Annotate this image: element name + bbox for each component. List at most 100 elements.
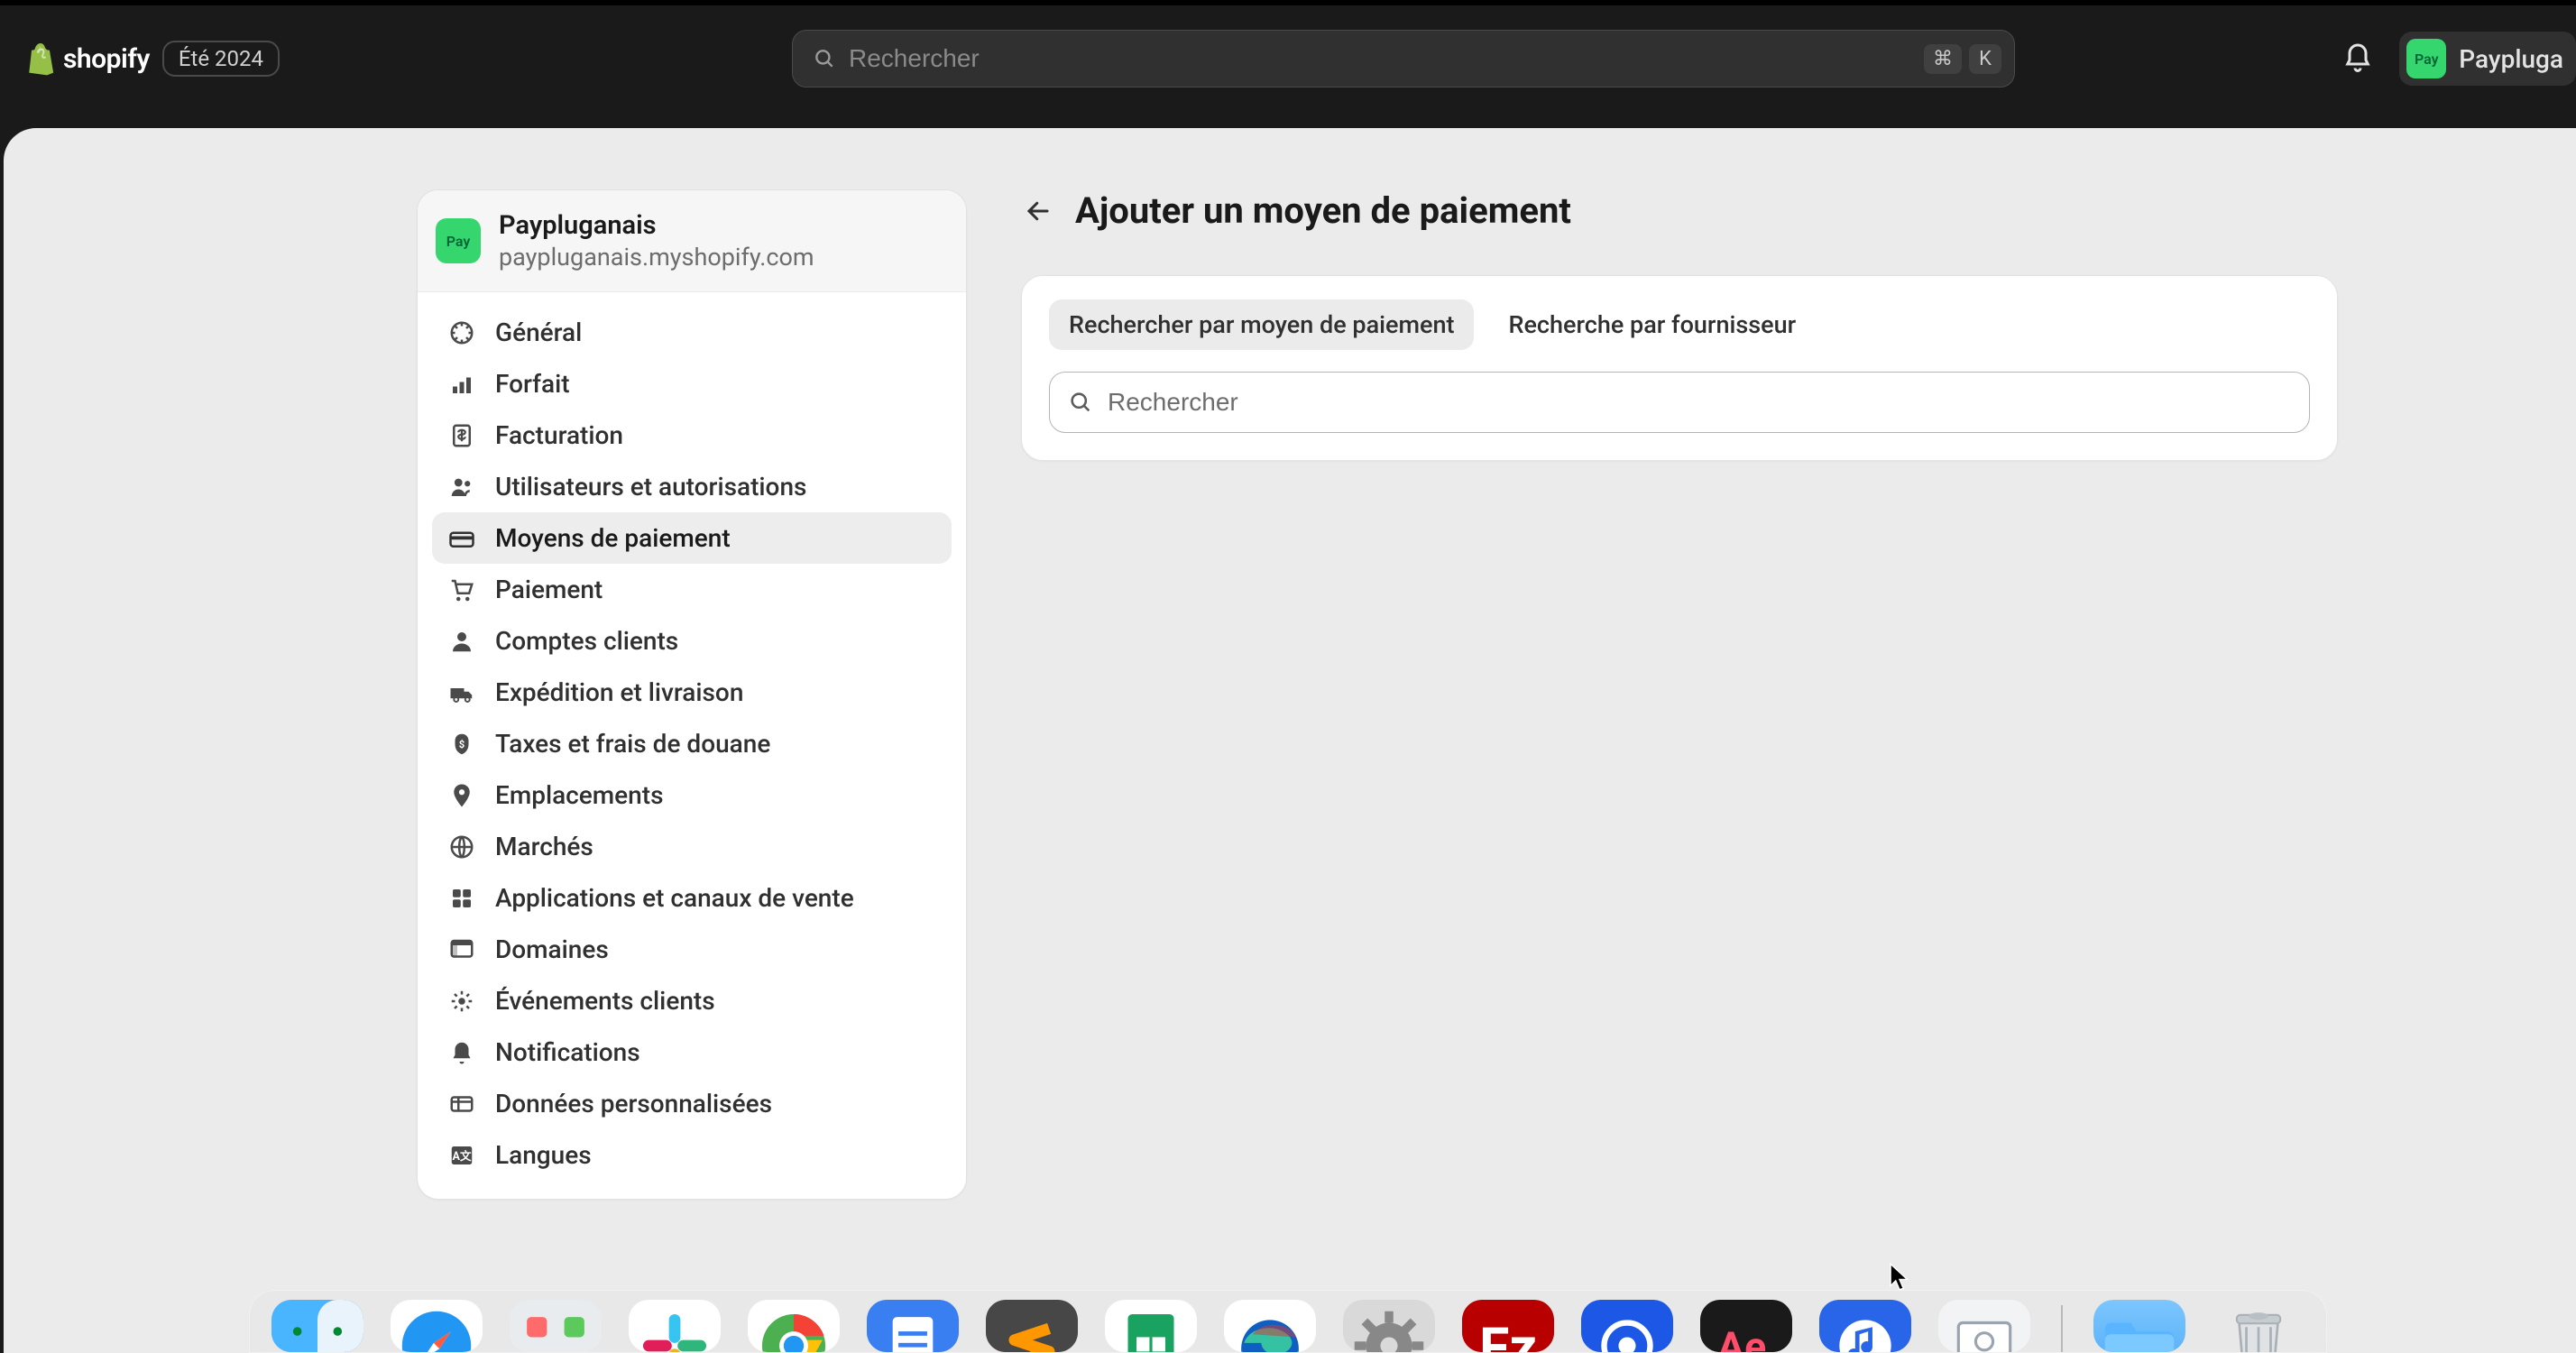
dock-sublime[interactable]	[986, 1300, 1078, 1352]
season-badge[interactable]: Été 2024	[162, 41, 280, 77]
tabs: Rechercher par moyen de paiement Recherch…	[1049, 299, 2310, 350]
sidebar-item-label: Comptes clients	[495, 626, 678, 656]
sidebar-item-label: Facturation	[495, 420, 623, 450]
dock-trash[interactable]	[2213, 1300, 2305, 1352]
sidebar-item-markets[interactable]: Marchés	[432, 821, 952, 872]
sidebar-item-languages[interactable]: Langues	[432, 1129, 952, 1181]
sidebar-item-label: Données personnalisées	[495, 1089, 772, 1118]
dock-screenshot[interactable]	[1938, 1300, 2030, 1352]
dock-safari[interactable]	[391, 1300, 483, 1352]
sidebar-item-customer-accounts[interactable]: Comptes clients	[432, 615, 952, 667]
sidebar-item-label: Expédition et livraison	[495, 677, 743, 707]
sidebar-item-domains[interactable]: Domaines	[432, 924, 952, 975]
store-avatar: Pay	[436, 218, 481, 263]
dock-adobe[interactable]: Ae	[1700, 1300, 1792, 1352]
panel-search-input[interactable]	[1108, 388, 2291, 417]
general-icon	[448, 319, 475, 346]
domains-icon	[448, 936, 475, 963]
sidebar-item-plan[interactable]: Forfait	[432, 358, 952, 410]
dock-finder[interactable]	[271, 1300, 363, 1352]
shopify-logo[interactable]: shopify	[25, 41, 150, 76]
store-name: Paypluganais	[499, 210, 814, 241]
sidebar-item-apps[interactable]: Applications et canaux de vente	[432, 872, 952, 924]
dock-edge[interactable]	[1224, 1300, 1316, 1352]
store-domain: paypluganais.myshopify.com	[499, 243, 814, 272]
notifications-icon[interactable]	[2341, 42, 2374, 75]
back-button[interactable]	[1021, 194, 1055, 228]
sidebar-item-label: Applications et canaux de vente	[495, 883, 854, 913]
sidebar-item-users[interactable]: Utilisateurs et autorisations	[432, 461, 952, 512]
sidebar-item-label: Taxes et frais de douane	[495, 729, 770, 759]
sidebar-item-label: Général	[495, 318, 582, 347]
sidebar-item-billing[interactable]: Facturation	[432, 410, 952, 461]
sidebar-item-custom-data[interactable]: Données personnalisées	[432, 1078, 952, 1129]
sidebar-item-label: Moyens de paiement	[495, 523, 731, 553]
dock-auth[interactable]	[1581, 1300, 1673, 1352]
page-surface: Pay Paypluganais paypluganais.myshopify.…	[4, 128, 2576, 1353]
sidebar-item-payments[interactable]: Moyens de paiement	[432, 512, 952, 564]
sidebar-item-label: Forfait	[495, 369, 570, 399]
dock-docs[interactable]	[867, 1300, 959, 1352]
apps-icon	[448, 885, 475, 912]
dock-settings[interactable]	[1343, 1300, 1435, 1352]
panel-search[interactable]	[1049, 372, 2310, 433]
profile-name: Paypluga	[2459, 44, 2563, 74]
kbd-mod: ⌘	[1924, 44, 1962, 74]
sidebar-item-notifications[interactable]: Notifications	[432, 1026, 952, 1078]
brand-text: shopify	[63, 43, 150, 75]
kbd-key: K	[1969, 44, 2001, 74]
global-search-input[interactable]	[849, 44, 1924, 73]
locations-icon	[448, 782, 475, 809]
sidebar-item-label: Domaines	[495, 934, 609, 964]
avatar: Pay	[2406, 39, 2446, 78]
shipping-icon	[448, 679, 475, 706]
main-column: Ajouter un moyen de paiement Rechercher …	[1021, 189, 2576, 1200]
tab-by-method[interactable]: Rechercher par moyen de paiement	[1049, 299, 1474, 350]
plan-icon	[448, 371, 475, 398]
store-header[interactable]: Pay Paypluganais paypluganais.myshopify.…	[418, 190, 966, 292]
sidebar-item-label: Paiement	[495, 575, 603, 604]
dock-chrome[interactable]	[748, 1300, 840, 1352]
sidebar-item-shipping[interactable]: Expédition et livraison	[432, 667, 952, 718]
markets-icon	[448, 833, 475, 861]
dock-sheets[interactable]	[1105, 1300, 1197, 1352]
languages-icon	[448, 1142, 475, 1169]
sidebar-item-customer-events[interactable]: Événements clients	[432, 975, 952, 1026]
payments-icon	[448, 525, 475, 552]
custom-data-icon	[448, 1091, 475, 1118]
dock-separator	[2061, 1305, 2063, 1352]
brand-block: shopify Été 2024	[25, 41, 280, 77]
dock-slack[interactable]	[629, 1300, 721, 1352]
page-head: Ajouter un moyen de paiement	[1021, 189, 2522, 232]
global-search[interactable]: ⌘ K	[792, 30, 2015, 87]
sidebar-item-taxes[interactable]: Taxes et frais de douane	[432, 718, 952, 769]
payment-search-panel: Rechercher par moyen de paiement Recherch…	[1021, 275, 2338, 461]
sidebar-item-locations[interactable]: Emplacements	[432, 769, 952, 821]
page-title: Ajouter un moyen de paiement	[1075, 189, 1571, 232]
checkout-icon	[448, 576, 475, 603]
dock-launchpad[interactable]	[510, 1300, 602, 1352]
sidebar-item-label: Événements clients	[495, 986, 715, 1016]
customer-accounts-icon	[448, 628, 475, 655]
profile-chip[interactable]: Pay Paypluga	[2399, 32, 2576, 86]
notifications-icon	[448, 1039, 475, 1066]
sidebar-item-label: Langues	[495, 1140, 592, 1170]
svg-text:Fz: Fz	[1479, 1315, 1537, 1352]
sidebar-item-label: Emplacements	[495, 780, 664, 810]
sidebar-item-label: Marchés	[495, 832, 593, 861]
tab-by-provider[interactable]: Recherche par fournisseur	[1488, 299, 1816, 350]
shopify-bag-icon	[25, 41, 56, 76]
search-icon	[813, 47, 836, 70]
billing-icon	[448, 422, 475, 449]
svg-text:Ae: Ae	[1717, 1323, 1766, 1352]
dock-music[interactable]	[1819, 1300, 1911, 1352]
sidebar-item-general[interactable]: Général	[432, 307, 952, 358]
dock-folder[interactable]	[2093, 1300, 2185, 1352]
sidebar-item-checkout[interactable]: Paiement	[432, 564, 952, 615]
topbar-right: Pay Paypluga	[2341, 32, 2576, 86]
sidebar-item-label: Notifications	[495, 1037, 640, 1067]
arrow-left-icon	[1025, 198, 1052, 225]
settings-sidebar: Pay Paypluganais paypluganais.myshopify.…	[417, 189, 967, 1200]
dock-filezilla[interactable]: Fz	[1462, 1300, 1554, 1352]
customer-events-icon	[448, 988, 475, 1015]
